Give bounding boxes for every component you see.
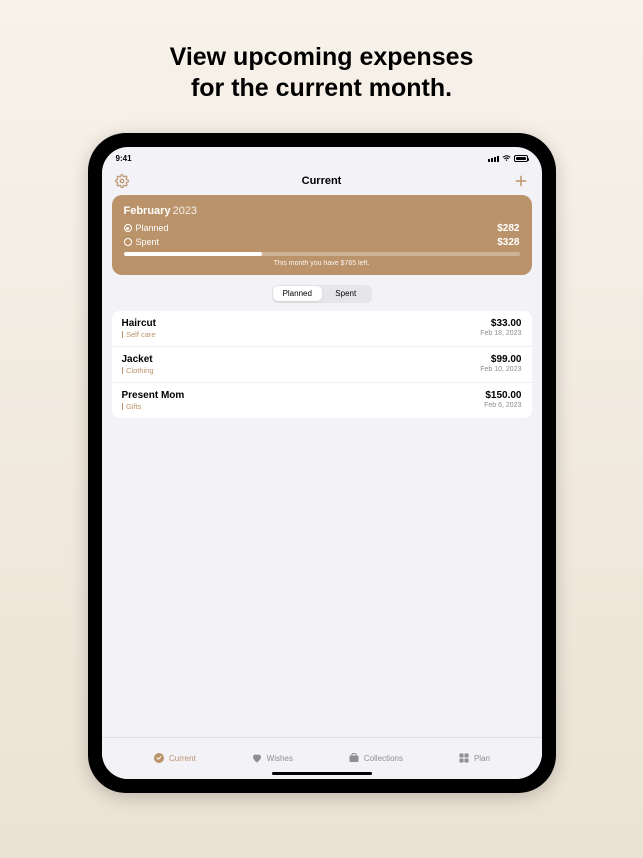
expense-date: Feb 18, 2023 [480, 330, 521, 337]
list-item[interactable]: Haircut Self care $33.00 Feb 18, 2023 [112, 311, 532, 347]
tab-label: Current [169, 754, 196, 763]
heart-icon [251, 752, 263, 764]
summary-row-planned[interactable]: Planned $282 [124, 223, 520, 234]
summary-row-spent[interactable]: Spent $328 [124, 237, 520, 248]
expense-amount: $150.00 [484, 390, 521, 401]
expense-list: Haircut Self care $33.00 Feb 18, 2023 Ja… [112, 311, 532, 418]
tab-label: Collections [364, 754, 403, 763]
tab-collections[interactable]: Collections [348, 752, 403, 764]
promo-line2: for the current month. [170, 73, 474, 104]
expense-date: Feb 6, 2023 [484, 402, 521, 409]
progress-note: This month you have $765 left. [124, 260, 520, 267]
spent-label: Spent [136, 237, 160, 247]
list-item[interactable]: Jacket Clothing $99.00 Feb 10, 2023 [112, 347, 532, 383]
progress-bar [124, 252, 520, 256]
planned-label: Planned [136, 223, 169, 233]
briefcase-icon [348, 752, 360, 764]
screen: 9:41 Current [102, 147, 542, 779]
tab-current[interactable]: Current [153, 752, 196, 764]
expense-title: Jacket [122, 354, 154, 365]
promo-title: View upcoming expenses for the current m… [170, 42, 474, 105]
segment-spent[interactable]: Spent [322, 286, 371, 301]
signal-icon [488, 156, 499, 162]
tab-plan[interactable]: Plan [458, 752, 490, 764]
summary-card: February2023 Planned $282 Spent [112, 195, 532, 275]
expense-amount: $99.00 [480, 354, 521, 365]
progress-fill [124, 252, 263, 256]
spent-value: $328 [497, 237, 519, 248]
segment-planned[interactable]: Planned [273, 286, 322, 301]
expense-date: Feb 10, 2023 [480, 366, 521, 373]
list-item[interactable]: Present Mom Gifts $150.00 Feb 6, 2023 [112, 383, 532, 418]
promo-line1: View upcoming expenses [170, 42, 474, 73]
radio-unselected-icon [124, 238, 132, 246]
planned-value: $282 [497, 223, 519, 234]
segmented-control[interactable]: Planned Spent [272, 285, 372, 303]
tab-label: Wishes [267, 754, 293, 763]
settings-button[interactable] [114, 173, 130, 189]
summary-month: February2023 [124, 205, 520, 217]
home-indicator[interactable] [272, 772, 372, 775]
page-title: Current [302, 175, 342, 187]
expense-category: Clothing [122, 366, 154, 375]
wifi-icon [502, 155, 511, 162]
status-time: 9:41 [116, 154, 132, 163]
add-button[interactable] [513, 173, 529, 189]
expense-title: Present Mom [122, 390, 185, 401]
expense-category: Gifts [122, 402, 185, 411]
summary-year: 2023 [173, 205, 197, 217]
radio-selected-icon [124, 224, 132, 232]
status-bar: 9:41 [102, 151, 542, 167]
expense-category: Self care [122, 330, 156, 339]
content: February2023 Planned $282 Spent [102, 195, 542, 737]
grid-icon [458, 752, 470, 764]
status-right [488, 155, 528, 162]
expense-title: Haircut [122, 318, 156, 329]
summary-month-name: February [124, 205, 171, 217]
nav-bar: Current [102, 167, 542, 195]
battery-icon [514, 155, 528, 162]
tab-wishes[interactable]: Wishes [251, 752, 293, 764]
device-frame: 9:41 Current [88, 133, 556, 793]
expense-amount: $33.00 [480, 318, 521, 329]
tab-label: Plan [474, 754, 490, 763]
checkmark-circle-icon [153, 752, 165, 764]
